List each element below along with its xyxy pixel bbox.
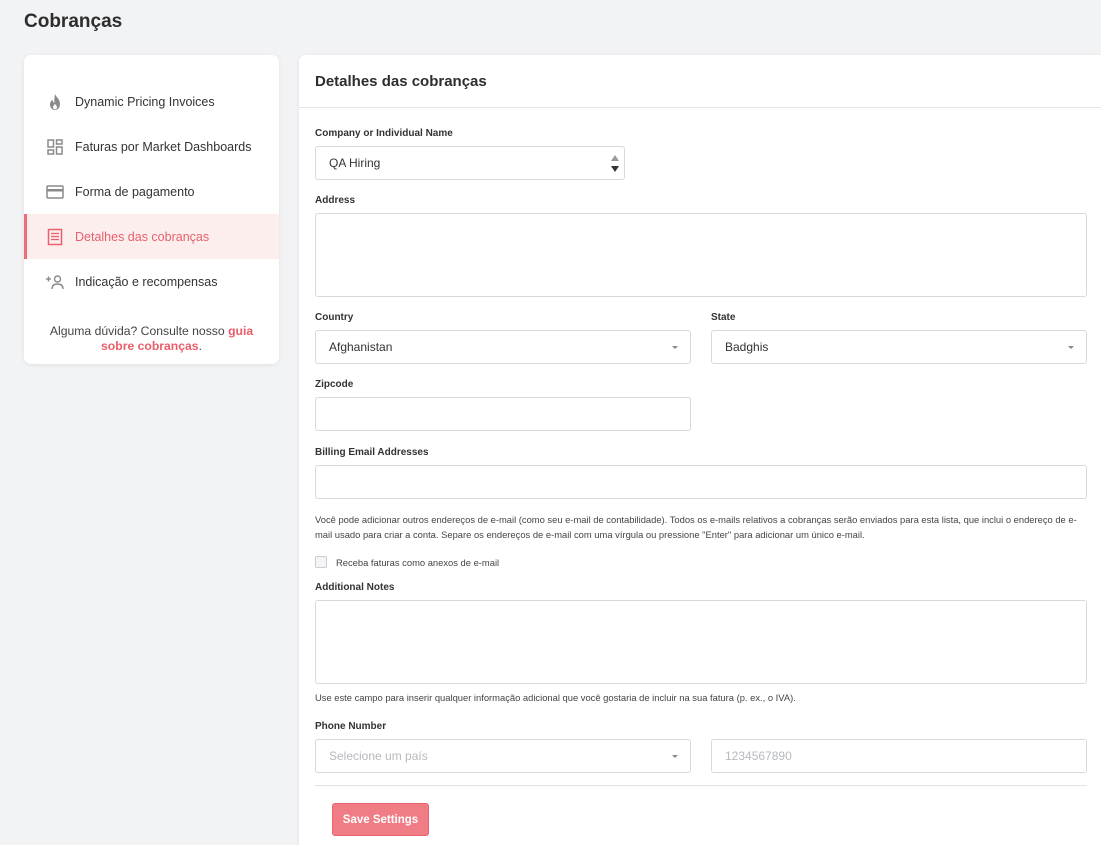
phone-number-input[interactable]: 1234567890 xyxy=(711,739,1087,773)
phone-country-select[interactable]: Selecione um país xyxy=(315,739,691,773)
sidebar-item-label: Forma de pagamento xyxy=(75,184,195,199)
billing-email-hint: Você pode adicionar outros endereços de … xyxy=(315,514,1077,540)
credit-card-icon xyxy=(45,182,65,202)
sidebar-item-label: Dynamic Pricing Invoices xyxy=(75,94,215,109)
save-settings-button[interactable]: Save Settings xyxy=(332,803,429,836)
phone-number-label: Phone Number xyxy=(315,721,387,732)
chevron-down-icon xyxy=(1068,346,1074,349)
address-label: Address xyxy=(315,195,356,206)
billing-email-label: Billing Email Addresses xyxy=(315,447,429,458)
sidebar-item-label: Indicação e recompensas xyxy=(75,274,218,289)
receipt-icon xyxy=(45,227,65,247)
additional-notes-hint: Use este campo para inserir qualquer inf… xyxy=(315,692,796,703)
state-select[interactable]: Badghis xyxy=(711,330,1087,364)
chevron-down-icon xyxy=(672,755,678,758)
company-name-stepper[interactable] xyxy=(606,147,624,179)
company-name-value: QA Hiring xyxy=(329,156,381,170)
sidebar-item-market-dashboards[interactable]: Faturas por Market Dashboards xyxy=(24,124,279,169)
sidebar-item-label: Detalhes das cobranças xyxy=(75,229,210,244)
country-label: Country xyxy=(315,312,354,323)
phone-country-placeholder: Selecione um país xyxy=(329,749,428,763)
country-value: Afghanistan xyxy=(329,340,393,354)
zipcode-input[interactable] xyxy=(315,397,691,431)
chevron-down-icon xyxy=(672,346,678,349)
form-divider xyxy=(315,785,1087,786)
country-select[interactable]: Afghanistan xyxy=(315,330,691,364)
sidebar-item-label: Faturas por Market Dashboards xyxy=(75,139,252,154)
sidebar-item-payment-method[interactable]: Forma de pagamento xyxy=(24,169,279,214)
billing-details-panel: Detalhes das cobranças Company or Indivi… xyxy=(299,55,1101,845)
dashboard-grid-icon xyxy=(45,137,65,157)
email-attachments-label[interactable]: Receba faturas como anexos de e-mail xyxy=(336,555,499,570)
flame-icon xyxy=(45,92,65,112)
stepper-down-icon[interactable] xyxy=(611,165,619,172)
page-title: Cobranças xyxy=(24,11,123,32)
sidebar-item-billing-details[interactable]: Detalhes das cobranças xyxy=(24,214,279,259)
help-suffix: . xyxy=(198,339,202,353)
help-text: Alguma dúvida? Consulte nosso guia sobre… xyxy=(24,324,279,354)
zipcode-label: Zipcode xyxy=(315,379,354,390)
add-user-icon xyxy=(45,272,65,292)
company-name-label: Company or Individual Name xyxy=(315,128,453,139)
stepper-up-icon[interactable] xyxy=(611,154,619,161)
additional-notes-textarea[interactable] xyxy=(315,600,1087,684)
company-name-input[interactable]: QA Hiring xyxy=(315,146,625,180)
phone-number-placeholder: 1234567890 xyxy=(725,749,792,763)
sidebar-item-dynamic-pricing-invoices[interactable]: Dynamic Pricing Invoices xyxy=(24,79,279,124)
address-textarea[interactable] xyxy=(315,213,1087,297)
help-prefix: Alguma dúvida? Consulte nosso xyxy=(49,324,229,338)
additional-notes-label: Additional Notes xyxy=(315,582,395,593)
sidebar: Dynamic Pricing Invoices Faturas por Mar… xyxy=(24,55,279,364)
state-label: State xyxy=(711,312,736,323)
state-value: Badghis xyxy=(725,340,769,354)
panel-title: Detalhes das cobranças xyxy=(299,55,1101,108)
email-attachments-checkbox[interactable] xyxy=(315,556,327,568)
sidebar-item-referrals[interactable]: Indicação e recompensas xyxy=(24,259,279,304)
billing-email-input[interactable] xyxy=(315,465,1087,499)
